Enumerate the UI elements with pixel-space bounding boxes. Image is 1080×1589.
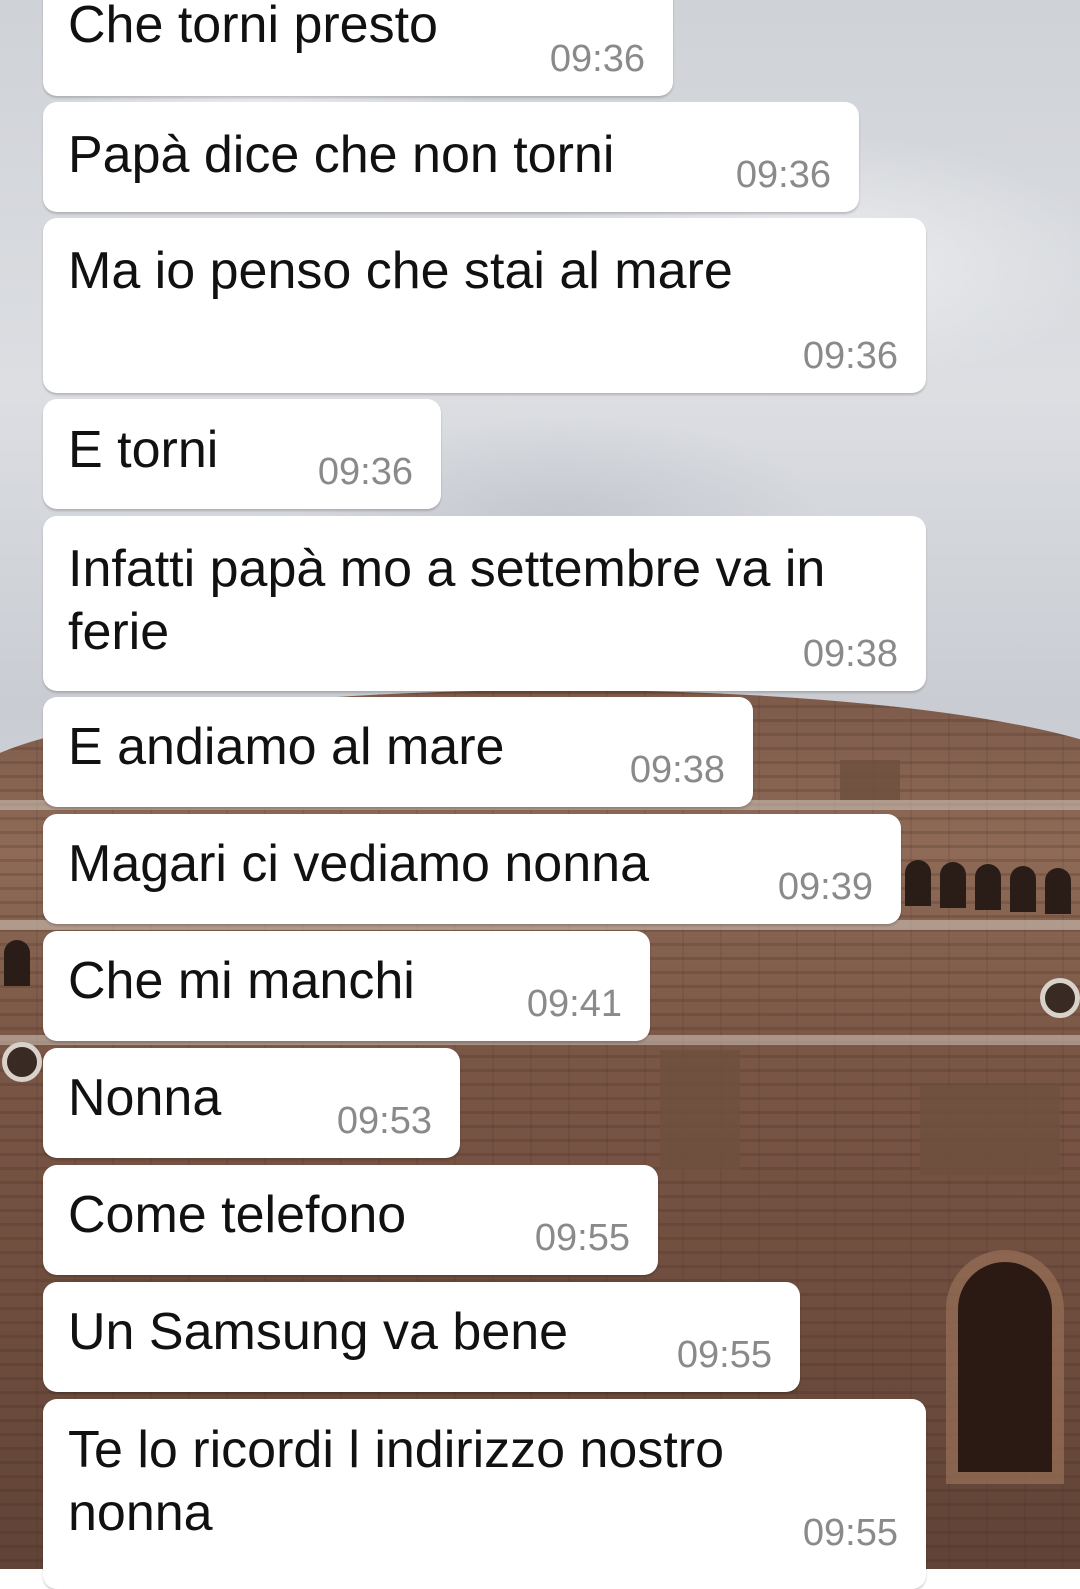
message-bubble[interactable]: E andiamo al mare 09:38 [43, 697, 753, 807]
message-time: 09:41 [526, 983, 622, 1025]
message-bubble[interactable]: Nonna 09:53 [43, 1048, 460, 1158]
message-bubble[interactable]: Un Samsung va bene 09:55 [43, 1282, 800, 1392]
message-time: 09:55 [676, 1334, 772, 1376]
message-time: 09:36 [802, 335, 898, 377]
message-list[interactable]: Che torni presto 09:36 Papà dice che non… [0, 0, 1080, 1589]
message-time: 09:55 [802, 1512, 898, 1554]
message-bubble[interactable]: E torni 09:36 [43, 399, 441, 509]
message-bubble[interactable]: Infatti papà mo a settembre va in ferie … [43, 516, 926, 691]
message-bubble[interactable]: Che torni presto 09:36 [43, 0, 673, 96]
message-time: 09:38 [629, 749, 725, 791]
message-text: Infatti papà mo a settembre va in ferie [68, 540, 840, 661]
message-time: 09:55 [534, 1217, 630, 1259]
message-text: Un Samsung va bene [68, 1303, 569, 1361]
message-time: 09:36 [549, 38, 645, 80]
message-bubble[interactable]: Magari ci vediamo nonna 09:39 [43, 814, 901, 924]
message-time: 09:39 [777, 866, 873, 908]
message-text: Papà dice che non torni [68, 126, 615, 184]
message-bubble[interactable]: Ma io penso che stai al mare 09:36 [43, 218, 926, 393]
message-time: 09:36 [317, 451, 413, 493]
message-bubble[interactable]: Papà dice che non torni 09:36 [43, 102, 859, 212]
message-time: 09:36 [735, 154, 831, 196]
message-text: Te lo ricordi l indirizzo nostro nonna [68, 1421, 739, 1542]
message-text: Magari ci vediamo nonna [68, 835, 649, 893]
message-bubble[interactable]: Come telefono 09:55 [43, 1165, 658, 1275]
message-text: Ma io penso che stai al mare [68, 242, 733, 300]
message-bubble[interactable]: Te lo ricordi l indirizzo nostro nonna 0… [43, 1399, 926, 1589]
message-bubble[interactable]: Che mi manchi 09:41 [43, 931, 650, 1041]
message-time: 09:53 [336, 1100, 432, 1142]
message-time: 09:38 [802, 633, 898, 675]
